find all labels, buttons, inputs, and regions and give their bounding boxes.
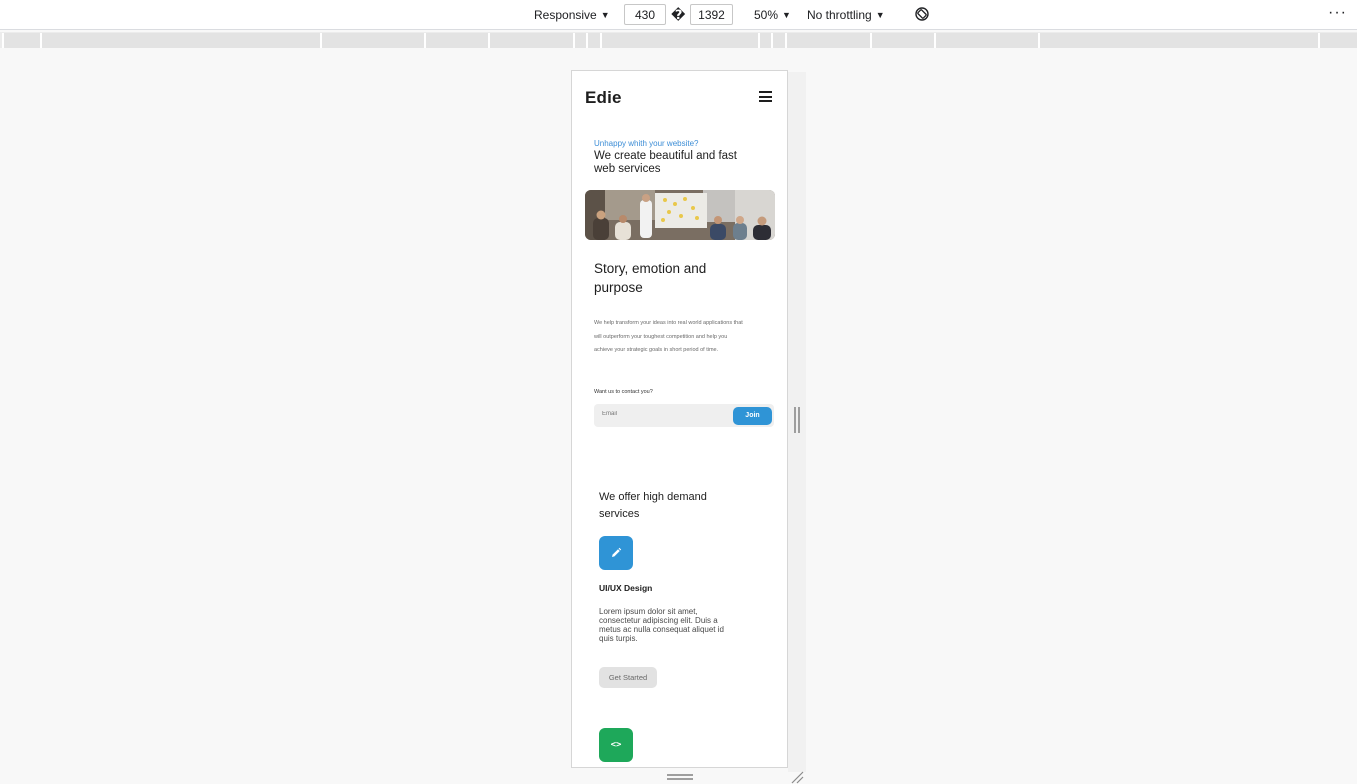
service-description: Lorem ipsum dolor sit amet, consectetur … <box>599 607 724 643</box>
media-query-segment[interactable] <box>40 33 320 48</box>
resize-corner-icon[interactable] <box>790 770 804 784</box>
media-query-segment[interactable] <box>320 33 424 48</box>
device-viewport: Edie Unhappy whith your website? We crea… <box>571 70 788 768</box>
media-query-segment[interactable] <box>573 33 586 48</box>
device-mode-dropdown[interactable]: Responsive ▼ <box>534 6 610 24</box>
rotate-icon[interactable] <box>915 7 929 21</box>
story-description: We help transform your ideas into real w… <box>594 320 743 353</box>
hamburger-menu-icon[interactable] <box>759 91 772 102</box>
media-query-segment[interactable] <box>2 33 40 48</box>
media-query-segment[interactable] <box>488 33 573 48</box>
hero-eyebrow: Unhappy whith your website? <box>594 139 699 148</box>
zoom-label: 50% <box>754 8 779 22</box>
zoom-dropdown[interactable]: 50% ▼ <box>754 6 791 24</box>
device-mode-label: Responsive <box>534 8 597 22</box>
code-icon: <> <box>599 728 633 762</box>
chevron-down-icon: ▼ <box>782 10 791 20</box>
dimension-separator: � <box>671 7 686 22</box>
hero-title: We create beautiful and fast web service… <box>594 150 737 175</box>
media-query-segment[interactable] <box>586 33 600 48</box>
email-input[interactable] <box>602 411 722 417</box>
media-query-bar <box>0 32 1357 48</box>
service-title: UI/UX Design <box>599 583 653 593</box>
media-query-segment[interactable] <box>1318 33 1357 48</box>
site-logo[interactable]: Edie <box>585 88 622 108</box>
get-started-button[interactable]: Get Started <box>599 667 657 688</box>
story-title: Story, emotion and purpose <box>594 261 707 295</box>
media-query-segment[interactable] <box>771 33 785 48</box>
media-query-segment[interactable] <box>600 33 758 48</box>
code-icon-glyph: <> <box>610 740 622 750</box>
devtools-device-toolbar: Responsive ▼ � 50% ▼ No throttling ▼ ··· <box>0 0 1357 30</box>
media-query-segment[interactable] <box>424 33 488 48</box>
media-query-segment[interactable] <box>1038 33 1318 48</box>
media-query-segment[interactable] <box>934 33 1038 48</box>
height-input[interactable] <box>690 4 733 25</box>
contact-label: Want us to contact you? <box>594 389 653 395</box>
chevron-down-icon: ▼ <box>600 10 610 20</box>
throttling-label: No throttling <box>807 8 872 22</box>
email-signup-form: Join <box>594 404 774 427</box>
services-title: We offer high demand services <box>599 491 707 520</box>
resize-handle-right[interactable] <box>794 407 800 433</box>
more-options-icon[interactable]: ··· <box>1328 4 1347 22</box>
hero-team-photo <box>585 190 775 240</box>
width-input[interactable] <box>624 4 666 25</box>
resize-handle-bottom[interactable] <box>667 774 693 780</box>
throttling-dropdown[interactable]: No throttling ▼ <box>807 6 885 24</box>
pencil-icon <box>599 536 633 570</box>
media-query-segment[interactable] <box>785 33 870 48</box>
join-button[interactable]: Join <box>733 407 772 425</box>
media-query-segment[interactable] <box>870 33 934 48</box>
media-query-segment[interactable] <box>758 33 771 48</box>
chevron-down-icon: ▼ <box>875 10 885 20</box>
